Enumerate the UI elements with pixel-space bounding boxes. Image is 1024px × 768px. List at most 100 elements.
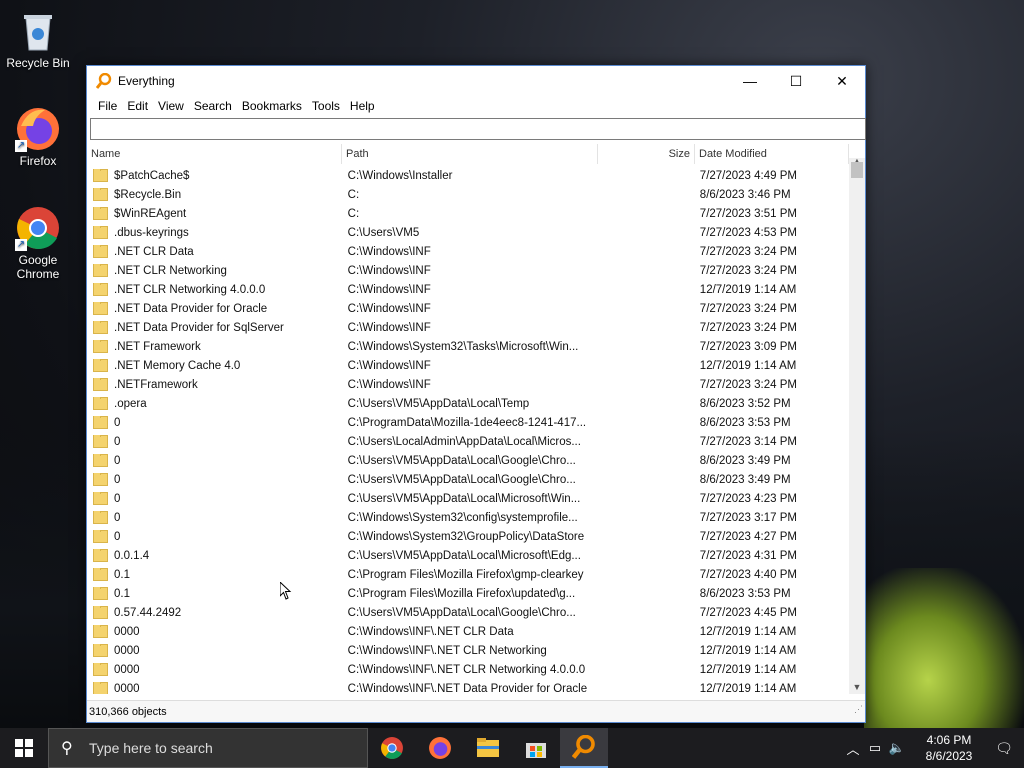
table-row[interactable]: 0 C:\ProgramData\Mozilla-1de4eec8-1241-41… [87,413,849,432]
file-name: $WinREAgent [114,207,187,220]
cell-path: C:\Windows\INF [347,321,431,334]
folder-icon [93,283,108,296]
file-name: 0000 [114,644,140,657]
cell-date-modified: 7/27/2023 4:27 PM [699,530,797,543]
cell-path: C:\Windows\System32\Tasks\Microsoft\Win.… [347,340,579,353]
table-row[interactable]: 0 C:\Users\LocalAdmin\AppData\Local\Micro… [87,432,849,451]
cell-name: .NET CLR Data [87,245,341,258]
file-name: .NET CLR Data [114,245,194,258]
table-row[interactable]: 0000 C:\Windows\INF\.NET CLR Networking 4… [87,660,849,679]
table-row[interactable]: .dbus-keyrings C:\Users\VM5 7/27/2023 4:53… [87,223,849,242]
store-icon [526,743,546,758]
cell-name: .NET Framework [87,340,341,353]
table-row[interactable]: 0.0.1.4 C:\Users\VM5\AppData\Local\Micros… [87,546,849,565]
cell-date-modified: 7/27/2023 3:51 PM [699,207,797,220]
table-row[interactable]: 0.1 C:\Program Files\Mozilla Firefox\upda… [87,584,849,603]
table-row[interactable]: .opera C:\Users\VM5\AppData\Local\Temp 8/6… [87,394,849,413]
folder-icon [93,587,108,600]
taskbar-file-explorer[interactable] [464,728,512,768]
column-size[interactable]: Size [598,144,695,164]
network-icon[interactable]: ▭ [864,740,886,756]
table-row[interactable]: 0.1 C:\Program Files\Mozilla Firefox\gmp-… [87,565,849,584]
table-row[interactable]: .NET CLR Data C:\Windows\INF 7/27/2023 3:2… [87,242,849,261]
table-row[interactable]: 0000 C:\Windows\INF\.NET Data Provider fo… [87,679,849,694]
menu-file[interactable]: File [93,99,122,113]
cell-path: C:\Users\LocalAdmin\AppData\Local\Micros… [347,435,581,448]
table-row[interactable]: .NET Data Provider for SqlServer C:\Windo… [87,318,849,337]
minimize-button[interactable]: — [727,66,773,96]
desktop-icon-chrome[interactable]: ↗ Google Chrome [0,205,76,281]
everything-app-icon [96,73,112,89]
cell-name: $Recycle.Bin [87,188,341,201]
folder-icon [93,568,108,581]
cell-name: 0.1 [87,587,341,600]
cell-path: C:\Windows\INF [347,378,431,391]
menu-help[interactable]: Help [345,99,380,113]
folder-icon [93,378,108,391]
chevron-up-icon[interactable]: ︿ [842,739,864,758]
table-row[interactable]: .NET Data Provider for Oracle C:\Windows\… [87,299,849,318]
cell-path: C:\Users\VM5\AppData\Local\Google\Chro..… [347,606,576,619]
table-row[interactable]: $Recycle.Bin C: 8/6/2023 3:46 PM [87,185,849,204]
cell-name: 0000 [87,682,341,694]
start-button[interactable] [0,728,48,768]
cell-date-modified: 12/7/2019 1:14 AM [699,644,797,657]
folder-icon [93,359,108,372]
taskbar-search-box[interactable]: ⚲ Type here to search [48,728,368,768]
maximize-button[interactable]: ☐ [773,66,819,96]
scroll-thumb[interactable] [851,162,863,178]
notification-icon[interactable]: 🗨 [984,740,1024,757]
taskbar-chrome[interactable] [368,728,416,768]
vertical-scrollbar[interactable]: ▲ ▼ [849,156,865,694]
taskbar-everything[interactable] [560,728,608,768]
cell-name: 0000 [87,663,341,676]
menu-bookmarks[interactable]: Bookmarks [237,99,307,113]
cell-path: C:\Users\VM5 [347,226,420,239]
table-row[interactable]: 0.57.44.2492 C:\Users\VM5\AppData\Local\G… [87,603,849,622]
table-row[interactable]: .NET CLR Networking 4.0.0.0 C:\Windows\IN… [87,280,849,299]
close-button[interactable]: ✕ [819,66,865,96]
search-icon: ⚲ [61,740,73,757]
table-row[interactable]: 0 C:\Users\VM5\AppData\Local\Microsoft\Wi… [87,489,849,508]
table-row[interactable]: .NET Memory Cache 4.0 C:\Windows\INF 12/7/… [87,356,849,375]
clock[interactable]: 4:06 PM 8/6/2023 [914,732,984,764]
cell-path: C:\Windows\INF [347,264,431,277]
table-row[interactable]: .NETFramework C:\Windows\INF 7/27/2023 3:2… [87,375,849,394]
cell-date-modified: 7/27/2023 4:45 PM [699,606,797,619]
table-row[interactable]: 0 C:\Users\VM5\AppData\Local\Google\Chro.… [87,451,849,470]
column-date-modified[interactable]: Date Modified [695,144,849,164]
scroll-down-icon[interactable]: ▼ [849,682,865,694]
cell-path: C:\Windows\System32\config\systemprofile… [347,511,578,524]
menu-search[interactable]: Search [189,99,237,113]
menu-edit[interactable]: Edit [122,99,153,113]
taskbar-firefox[interactable] [416,728,464,768]
search-input[interactable] [90,118,866,140]
file-name: 0 [114,473,121,486]
table-row[interactable]: 0000 C:\Windows\INF\.NET CLR Networking 12… [87,641,849,660]
cell-path: C:\Windows\INF [347,283,431,296]
folder-icon [93,397,108,410]
resize-grip-icon[interactable]: ⋰ [854,698,863,720]
title-bar[interactable]: Everything — ☐ ✕ [87,66,865,96]
menu-tools[interactable]: Tools [307,99,345,113]
folder-icon [93,435,108,448]
menu-view[interactable]: View [153,99,189,113]
table-row[interactable]: 0 C:\Windows\System32\config\systemprofil… [87,508,849,527]
table-row[interactable]: 0 C:\Windows\System32\GroupPolicy\DataSto… [87,527,849,546]
volume-icon[interactable]: 🔈 [886,740,908,756]
desktop-icon-recycle-bin[interactable]: Recycle Bin [0,8,76,70]
desktop-icon-firefox[interactable]: ↗ Firefox [0,106,76,168]
cell-date-modified: 7/27/2023 3:17 PM [699,511,797,524]
cell-name: $WinREAgent [87,207,341,220]
column-path[interactable]: Path [342,144,598,164]
table-row[interactable]: 0 C:\Users\VM5\AppData\Local\Google\Chro.… [87,470,849,489]
everything-window[interactable]: Everything — ☐ ✕ File Edit View Search B… [86,65,866,723]
file-name: 0.57.44.2492 [114,606,182,619]
table-row[interactable]: $WinREAgent C: 7/27/2023 3:51 PM [87,204,849,223]
table-row[interactable]: $PatchCache$ C:\Windows\Installer 7/27/202… [87,166,849,185]
taskbar-store[interactable] [512,728,560,768]
table-row[interactable]: .NET CLR Networking C:\Windows\INF 7/27/20… [87,261,849,280]
column-name[interactable]: Name [87,144,342,164]
table-row[interactable]: 0000 C:\Windows\INF\.NET CLR Data 12/7/201… [87,622,849,641]
table-row[interactable]: .NET Framework C:\Windows\System32\Tasks\… [87,337,849,356]
